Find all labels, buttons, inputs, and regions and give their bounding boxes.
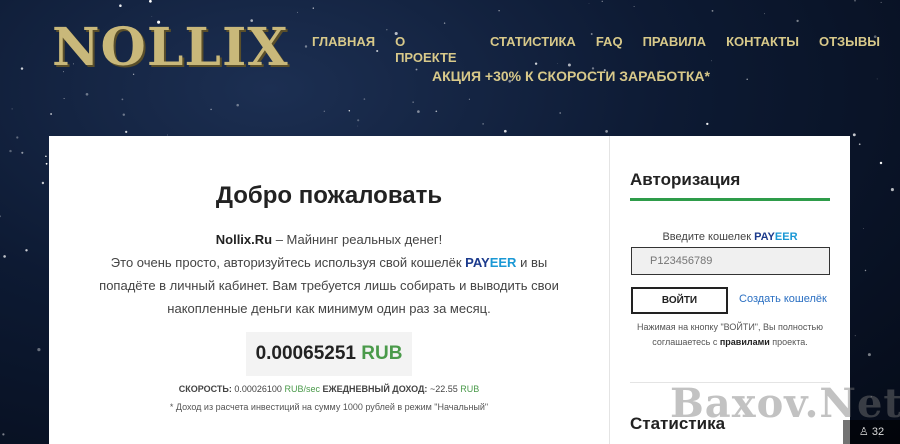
star xyxy=(45,162,48,165)
nav-item-home[interactable]: ГЛАВНАЯ xyxy=(312,34,375,66)
terms-text-2: проекта. xyxy=(769,337,808,347)
auth-title: Авторизация xyxy=(630,170,741,189)
site-header: NOLLIX ГЛАВНАЯ О ПРОЕКТЕ СТАТИСТИКА FAQ … xyxy=(0,0,900,136)
wallet-label-text: Введите кошелек xyxy=(662,231,755,243)
star xyxy=(854,335,856,337)
wallet-payeer-text: PAYEER xyxy=(754,231,797,243)
star xyxy=(21,151,24,154)
star xyxy=(879,161,883,165)
page-title: Добро пожаловать xyxy=(215,182,443,209)
rules-link[interactable]: правилами xyxy=(720,337,770,347)
description-part-1: Это очень просто, авторизуйтесь использу… xyxy=(110,255,466,270)
online-count: 32 xyxy=(871,426,885,438)
main-nav: ГЛАВНАЯ О ПРОЕКТЕ СТАТИСТИКА FAQ ПРАВИЛА… xyxy=(312,34,900,66)
terms-notice: Нажимая на кнопку "ВОЙТИ", Вы полностью … xyxy=(630,320,830,350)
payeer-text-part-1: PAY xyxy=(465,255,490,270)
balance-display: 0.00065251 RUB xyxy=(246,332,412,376)
daily-income-label: ЕЖЕДНЕВНЫЙ ДОХОД: xyxy=(319,384,428,394)
daily-income-unit: RUB xyxy=(460,384,480,394)
income-footnote: * Доход из расчета инвестиций на сумму 1… xyxy=(169,402,489,412)
star xyxy=(864,269,867,272)
wallet-input[interactable] xyxy=(631,247,830,275)
speed-unit: RUB/sec xyxy=(284,384,320,394)
welcome-section: Добро пожаловать Nollix.Ru – Майнинг реа… xyxy=(49,136,609,444)
star xyxy=(867,353,871,357)
nav-item-reviews[interactable]: ОТЗЫВЫ xyxy=(819,34,880,66)
daily-income-value: ~22.55 xyxy=(427,384,461,394)
star xyxy=(9,149,12,153)
user-icon: ♙ xyxy=(858,426,869,438)
star xyxy=(858,143,861,146)
promo-banner[interactable]: АКЦИЯ +30% К СКОРОСТИ ЗАРАБОТКА* xyxy=(432,68,710,84)
speed-info: СКОРОСТЬ: 0.00026100 RUB/sec ЕЖЕДНЕВНЫЙ … xyxy=(49,384,609,394)
balance-value: 0.00065251 xyxy=(255,343,356,364)
balance-currency: RUB xyxy=(361,343,403,364)
star xyxy=(863,228,864,229)
nav-item-stats[interactable]: СТАТИСТИКА xyxy=(490,34,576,66)
star xyxy=(25,249,28,252)
online-counter[interactable]: ♙ 32 xyxy=(843,420,900,444)
payeer-text-part-2: EER xyxy=(489,255,517,270)
create-wallet-link[interactable]: Создать кошелёк xyxy=(739,293,827,305)
star xyxy=(45,155,47,157)
welcome-description: Nollix.Ru – Майнинг реальных денег! Это … xyxy=(89,228,569,320)
wallet-payeer-part-1: PAY xyxy=(754,231,775,243)
nav-item-about[interactable]: О ПРОЕКТЕ xyxy=(395,34,470,66)
tagline: – Майнинг реальных денег! xyxy=(272,232,443,247)
payeer-logo-text: PAYEER xyxy=(465,255,516,270)
wallet-payeer-part-2: EER xyxy=(774,231,798,243)
star xyxy=(3,255,6,258)
nav-item-rules[interactable]: ПРАВИЛА xyxy=(643,34,707,66)
site-name: Nollix.Ru xyxy=(215,232,273,247)
nav-item-contacts[interactable]: КОНТАКТЫ xyxy=(726,34,799,66)
star xyxy=(2,433,5,436)
star xyxy=(890,188,894,192)
auth-title-underline xyxy=(630,198,830,201)
site-logo[interactable]: NOLLIX xyxy=(52,18,289,78)
star xyxy=(16,136,19,139)
nav-item-faq[interactable]: FAQ xyxy=(596,34,623,66)
star xyxy=(0,215,1,218)
star xyxy=(41,181,45,185)
speed-label: СКОРОСТЬ: xyxy=(178,384,232,394)
star xyxy=(37,348,41,352)
wallet-label: Введите кошелек PAYEER xyxy=(630,231,830,243)
login-button[interactable]: ВОЙТИ xyxy=(631,287,728,314)
speed-value: 0.00026100 xyxy=(231,384,285,394)
